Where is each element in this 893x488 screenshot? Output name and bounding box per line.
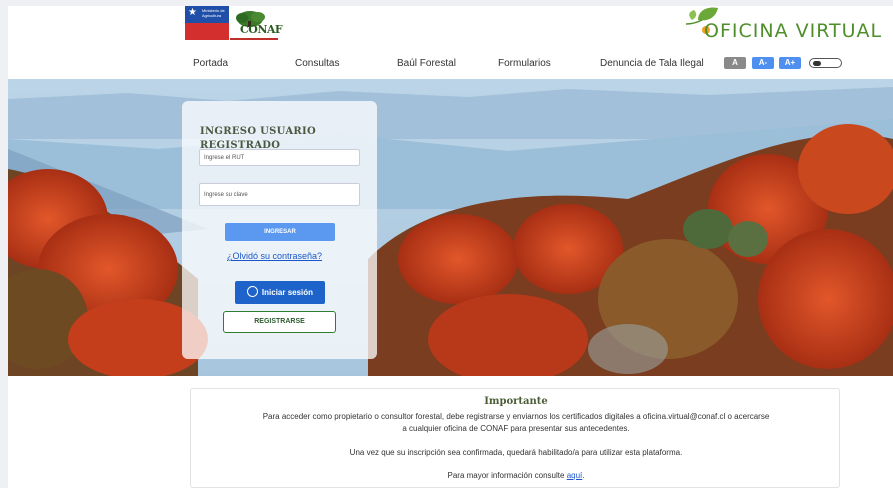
- page: ★ Ministerio de Agricultura CONAF OFICIN…: [8, 6, 893, 488]
- login-card: INGRESO USUARIO REGISTRADO Ingrese el RU…: [182, 101, 377, 359]
- password-input[interactable]: Ingrese su clave: [199, 183, 360, 206]
- contrast-toggle[interactable]: [809, 58, 842, 68]
- forgot-password-link[interactable]: ¿Olvidó su contraseña?: [227, 251, 322, 261]
- site-header: ★ Ministerio de Agricultura CONAF OFICIN…: [8, 6, 893, 79]
- clave-unica-login-button[interactable]: Iniciar sesión: [235, 281, 325, 304]
- star-icon: ★: [188, 7, 197, 18]
- nav-baul-forestal[interactable]: Baúl Forestal: [397, 58, 456, 69]
- nav-consultas[interactable]: Consultas: [295, 58, 339, 69]
- info-line-1: Para acceder como propietario o consulto…: [262, 412, 770, 421]
- toggle-knob: [813, 61, 821, 66]
- nav-formularios[interactable]: Formularios: [498, 58, 551, 69]
- conaf-logo-text: CONAF: [240, 23, 283, 36]
- oficina-virtual-logo[interactable]: OFICINA VIRTUAL: [684, 6, 881, 42]
- register-button[interactable]: REGISTRARSE: [223, 311, 336, 333]
- gov-logo-text: Ministerio de Agricultura: [202, 8, 225, 18]
- info-line-4-suffix: .: [582, 471, 585, 480]
- nav-denuncia-tala-ilegal[interactable]: Denuncia de Tala Ilegal: [600, 58, 704, 69]
- important-info-box: Importante Para acceder como propietario…: [190, 388, 840, 488]
- font-size-increase-button[interactable]: A+: [779, 57, 801, 69]
- font-size-normal-button[interactable]: A: [724, 57, 746, 69]
- info-line-4-prefix: Para mayor información consulte: [447, 471, 565, 480]
- rut-input[interactable]: Ingrese el RUT: [199, 149, 360, 166]
- conaf-logo[interactable]: CONAF: [230, 9, 283, 41]
- info-line-4: Para mayor información consulte aquí.: [191, 470, 841, 481]
- font-size-decrease-button[interactable]: A-: [752, 57, 774, 69]
- rut-placeholder: Ingrese el RUT: [204, 155, 245, 161]
- info-title: Importante: [484, 396, 548, 407]
- password-placeholder: Ingrese su clave: [204, 192, 248, 198]
- more-info-link[interactable]: aquí: [567, 471, 583, 480]
- clave-unica-icon: [246, 286, 258, 297]
- info-line-2: a cualquier oficina de CONAF para presen…: [402, 424, 630, 433]
- nav-portada[interactable]: Portada: [193, 58, 228, 69]
- clave-unica-label: Iniciar sesión: [261, 288, 314, 297]
- forest-landscape-illustration: [8, 79, 893, 376]
- ingresar-button[interactable]: INGRESAR: [225, 223, 335, 241]
- hero-landscape-image: INGRESO USUARIO REGISTRADO Ingrese el RU…: [8, 79, 893, 376]
- app-title: OFICINA VIRTUAL: [704, 20, 883, 42]
- ministerio-agricultura-logo[interactable]: ★ Ministerio de Agricultura: [185, 6, 229, 40]
- info-line-3: Una vez que su inscripción sea confirmad…: [349, 448, 683, 457]
